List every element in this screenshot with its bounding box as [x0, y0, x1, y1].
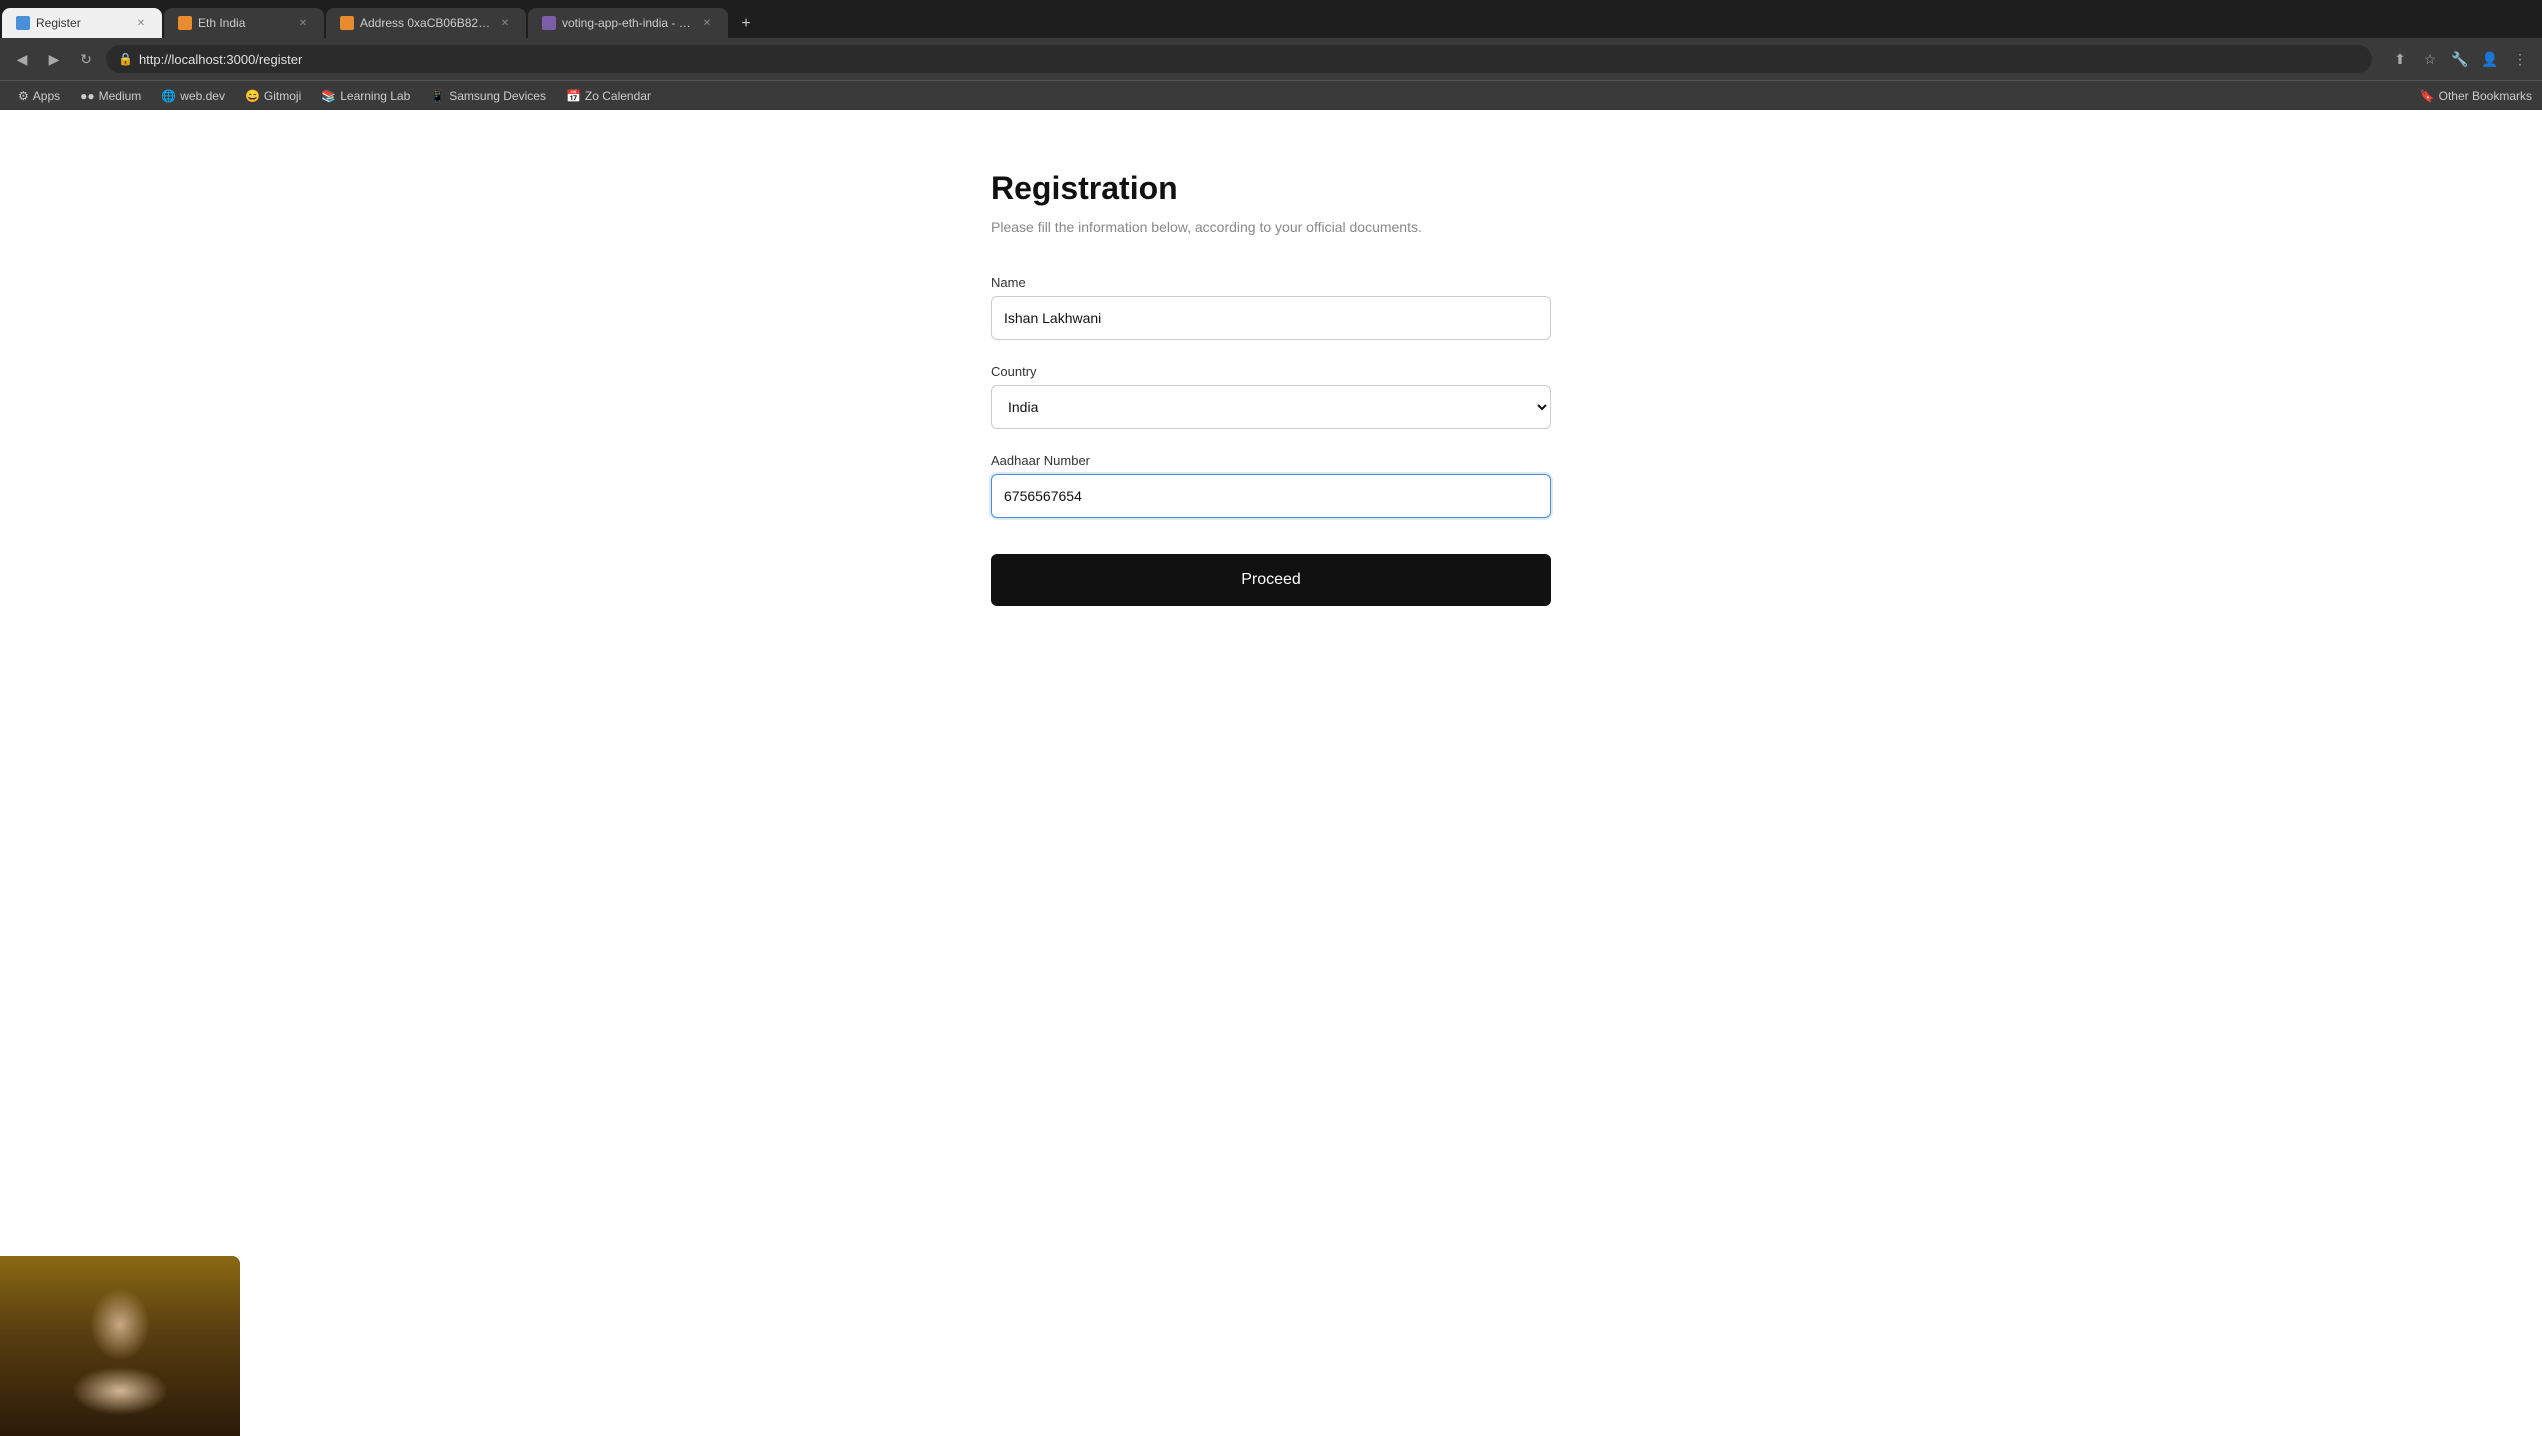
url-text: http://localhost:3000/register [139, 52, 302, 67]
more-options-icon[interactable]: ⋮ [2508, 47, 2532, 71]
bookmark-samsung-label: Samsung Devices [449, 89, 546, 103]
bookmarks-bar: ⚙ Apps ●● Medium 🌐 web.dev 😄 Gitmoji 📚 L… [0, 80, 2542, 110]
country-label: Country [991, 364, 1551, 379]
new-tab-button[interactable]: + [732, 10, 760, 38]
bookmark-zo-calendar[interactable]: 📅 Zo Calendar [558, 87, 659, 105]
refresh-button[interactable]: ↻ [74, 47, 98, 71]
tab-favicon-register [16, 16, 30, 30]
tab-close-address[interactable]: ✕ [498, 16, 512, 30]
url-bar[interactable]: 🔒 http://localhost:3000/register [106, 45, 2372, 73]
country-field-group: Country India USA UK Canada Australia [991, 364, 1551, 429]
tab-voting-app[interactable]: voting-app-eth-india - Cloud ... ✕ [528, 8, 728, 38]
country-select[interactable]: India USA UK Canada Australia [991, 385, 1551, 429]
webcam-overlay [0, 1256, 240, 1436]
other-bookmarks[interactable]: 🔖 Other Bookmarks [2420, 89, 2532, 103]
tab-favicon-address [340, 16, 354, 30]
bookmark-samsung-favicon: 📱 [430, 89, 445, 103]
tab-label-eth-india: Eth India [198, 16, 290, 30]
profile-icon[interactable]: 👤 [2478, 47, 2502, 71]
url-bar-row: ◀ ▶ ↻ 🔒 http://localhost:3000/register ⬆… [0, 38, 2542, 80]
form-container: Registration Please fill the information… [991, 170, 1551, 606]
bookmark-medium[interactable]: ●● Medium [72, 87, 149, 105]
bookmark-star-icon[interactable]: ☆ [2418, 47, 2442, 71]
name-field-group: Name [991, 275, 1551, 340]
tab-label-address: Address 0xaCB06B82787705... [360, 16, 492, 30]
bookmark-gitmoji-label: Gitmoji [264, 89, 301, 103]
bookmark-apps-label: Apps [33, 89, 60, 103]
forward-button[interactable]: ▶ [42, 47, 66, 71]
bookmark-learning-lab[interactable]: 📚 Learning Lab [313, 87, 418, 105]
tab-eth-india[interactable]: Eth India ✕ [164, 8, 324, 38]
tab-favicon-voting [542, 16, 556, 30]
aadhaar-field-group: Aadhaar Number [991, 453, 1551, 518]
tab-address[interactable]: Address 0xaCB06B82787705... ✕ [326, 8, 526, 38]
name-label: Name [991, 275, 1551, 290]
tab-register[interactable]: Register ✕ [2, 8, 162, 38]
tab-close-voting[interactable]: ✕ [700, 16, 714, 30]
page-content: Registration Please fill the information… [0, 110, 2542, 1436]
tab-bar: Register ✕ Eth India ✕ Address 0xaCB06B8… [0, 0, 2542, 38]
bookmark-webdev-favicon: 🌐 [161, 89, 176, 103]
aadhaar-input[interactable] [991, 474, 1551, 518]
bookmark-learning-lab-favicon: 📚 [321, 89, 336, 103]
browser-chrome: Register ✕ Eth India ✕ Address 0xaCB06B8… [0, 0, 2542, 110]
bookmark-apps[interactable]: ⚙ Apps [10, 87, 68, 105]
bookmark-gitmoji[interactable]: 😄 Gitmoji [237, 87, 309, 105]
tab-label-voting: voting-app-eth-india - Cloud ... [562, 16, 694, 30]
webcam-video [0, 1256, 240, 1436]
bookmark-apps-favicon: ⚙ [18, 89, 29, 103]
page-title: Registration [991, 170, 1551, 207]
bookmark-medium-favicon: ●● [80, 89, 95, 103]
bookmark-samsung[interactable]: 📱 Samsung Devices [422, 87, 554, 105]
back-button[interactable]: ◀ [10, 47, 34, 71]
bookmark-webdev-label: web.dev [180, 89, 225, 103]
bookmark-learning-lab-label: Learning Lab [340, 89, 410, 103]
bookmark-gitmoji-favicon: 😄 [245, 89, 260, 103]
url-bar-icons: ⬆ ☆ 🔧 👤 ⋮ [2388, 47, 2532, 71]
tab-close-register[interactable]: ✕ [134, 16, 148, 30]
share-icon[interactable]: ⬆ [2388, 47, 2412, 71]
bookmark-medium-label: Medium [99, 89, 142, 103]
tab-label-register: Register [36, 16, 128, 30]
proceed-button[interactable]: Proceed [991, 554, 1551, 606]
page-subtitle: Please fill the information below, accor… [991, 219, 1551, 235]
tab-close-eth-india[interactable]: ✕ [296, 16, 310, 30]
name-input[interactable] [991, 296, 1551, 340]
bookmark-webdev[interactable]: 🌐 web.dev [153, 87, 233, 105]
bookmark-zo-calendar-favicon: 📅 [566, 89, 581, 103]
extension-icon[interactable]: 🔧 [2448, 47, 2472, 71]
tab-favicon-eth-india [178, 16, 192, 30]
webcam-person [0, 1256, 240, 1436]
aadhaar-label: Aadhaar Number [991, 453, 1551, 468]
bookmark-zo-calendar-label: Zo Calendar [585, 89, 651, 103]
